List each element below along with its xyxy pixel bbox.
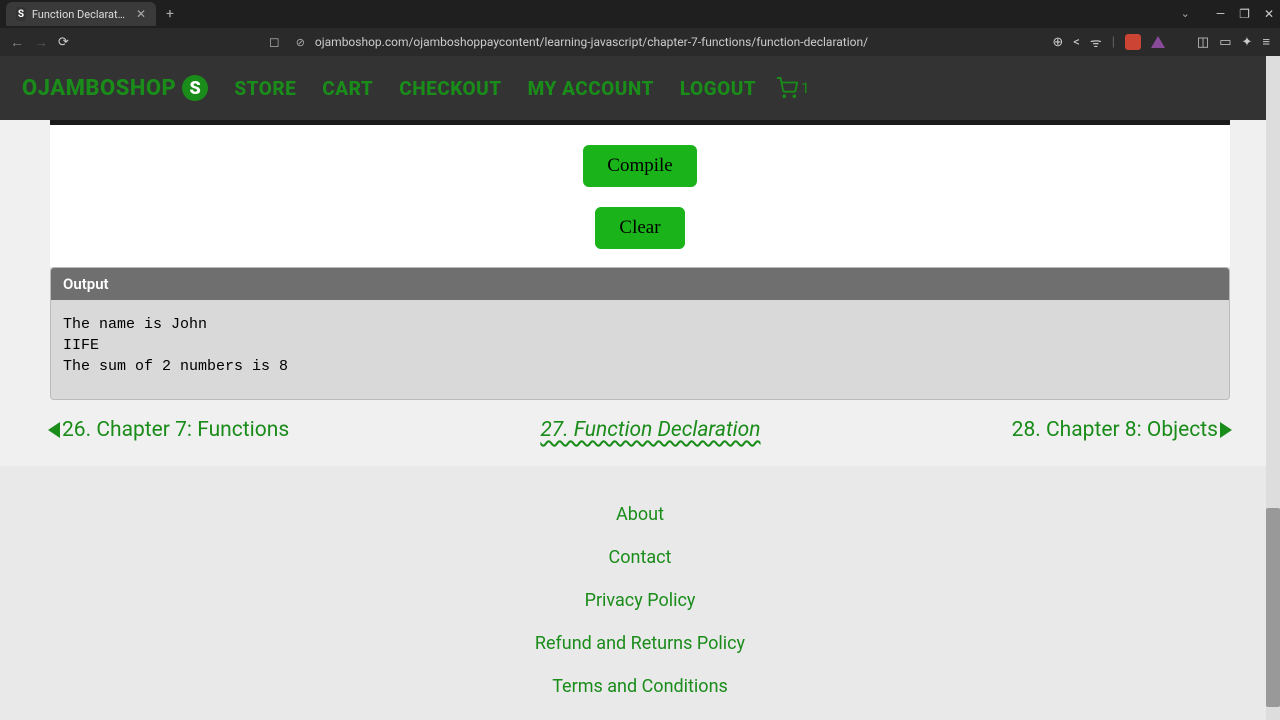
sidebar-icon[interactable]: ◫	[1197, 35, 1209, 50]
site-security[interactable]: ⊘	[296, 36, 305, 49]
browser-titlebar: S Function Declaration - Oja... ✕ + ⌄ — …	[0, 0, 1280, 28]
triangle-left-icon	[48, 422, 60, 438]
new-tab-button[interactable]: +	[166, 6, 174, 22]
brand-text: OJAMBOSHOP	[22, 76, 176, 101]
reader-icon[interactable]: ▭	[1219, 35, 1231, 50]
footer-contact[interactable]: Contact	[0, 547, 1280, 568]
refresh-button[interactable]: ⟳	[58, 35, 69, 50]
output-panel: Output The name is John IIFE The sum of …	[50, 267, 1230, 400]
close-window-icon[interactable]: ✕	[1264, 7, 1274, 21]
rss-icon[interactable]: ᯤ	[1090, 33, 1102, 51]
pager-next[interactable]: 28. Chapter 8: Objects	[1012, 418, 1232, 442]
zoom-icon[interactable]: ⊕	[1052, 35, 1063, 50]
bookmark-icon[interactable]: ◻	[269, 35, 280, 50]
footer: About Contact Privacy Policy Refund and …	[0, 466, 1280, 720]
clear-button[interactable]: Clear	[595, 207, 684, 249]
nav-checkout[interactable]: CHECKOUT	[399, 77, 501, 100]
page-viewport: OJAMBOSHOP S STORE CART CHECKOUT MY ACCO…	[0, 56, 1280, 720]
maximize-icon[interactable]: ❐	[1239, 7, 1250, 21]
pager-current: 27. Function Declaration	[540, 418, 760, 442]
extension-badge-icon[interactable]	[1125, 34, 1141, 50]
footer-refund[interactable]: Refund and Returns Policy	[0, 633, 1280, 654]
nav-store[interactable]: STORE	[234, 77, 296, 100]
share-icon[interactable]: <	[1073, 35, 1080, 50]
back-button[interactable]: ←	[10, 34, 24, 51]
nav-account[interactable]: MY ACCOUNT	[528, 77, 654, 100]
pager-next-label: 28. Chapter 8: Objects	[1012, 418, 1218, 442]
footer-terms[interactable]: Terms and Conditions	[0, 676, 1280, 697]
footer-privacy[interactable]: Privacy Policy	[0, 590, 1280, 611]
cart-indicator[interactable]: 1	[776, 77, 809, 99]
brand-logo-icon: S	[182, 75, 208, 101]
triangle-right-icon	[1220, 422, 1232, 438]
browser-urlbar: ← → ⟳ ◻ ⊘ ojamboshop.com/ojamboshoppayco…	[0, 28, 1280, 56]
browser-tab[interactable]: S Function Declaration - Oja... ✕	[6, 2, 156, 26]
brand-link[interactable]: OJAMBOSHOP S	[22, 75, 208, 101]
extension-triangle-icon[interactable]	[1151, 36, 1165, 48]
forward-button[interactable]: →	[34, 34, 48, 51]
permissions-icon: ⊘	[296, 36, 305, 49]
output-body: The name is John IIFE The sum of 2 numbe…	[51, 300, 1229, 399]
lesson-pager: 26. Chapter 7: Functions 27. Function De…	[48, 400, 1232, 466]
close-tab-icon[interactable]: ✕	[136, 7, 146, 21]
tab-title: Function Declaration - Oja...	[32, 8, 126, 21]
minimize-icon[interactable]: —	[1216, 7, 1225, 21]
site-header: OJAMBOSHOP S STORE CART CHECKOUT MY ACCO…	[0, 56, 1280, 120]
nav-cart[interactable]: CART	[322, 77, 373, 100]
nav-logout[interactable]: LOGOUT	[680, 77, 756, 100]
action-area: Compile Clear	[50, 125, 1230, 267]
cart-count: 1	[801, 79, 809, 97]
cart-icon	[776, 77, 798, 99]
sparkle-icon[interactable]: ✦	[1242, 35, 1253, 50]
menu-icon[interactable]: ≡	[1262, 34, 1270, 50]
pager-prev[interactable]: 26. Chapter 7: Functions	[48, 418, 289, 442]
chevron-down-icon[interactable]: ⌄	[1181, 7, 1190, 21]
pager-prev-label: 26. Chapter 7: Functions	[62, 418, 289, 442]
scrollbar[interactable]	[1266, 56, 1280, 720]
output-header: Output	[51, 268, 1229, 300]
url-text[interactable]: ojamboshop.com/ojamboshoppaycontent/lear…	[315, 35, 1042, 49]
window-controls: ⌄ — ❐ ✕	[1181, 7, 1274, 21]
scroll-thumb[interactable]	[1266, 508, 1280, 707]
favicon-icon: S	[16, 7, 26, 21]
compile-button[interactable]: Compile	[583, 145, 696, 187]
footer-about[interactable]: About	[0, 504, 1280, 525]
